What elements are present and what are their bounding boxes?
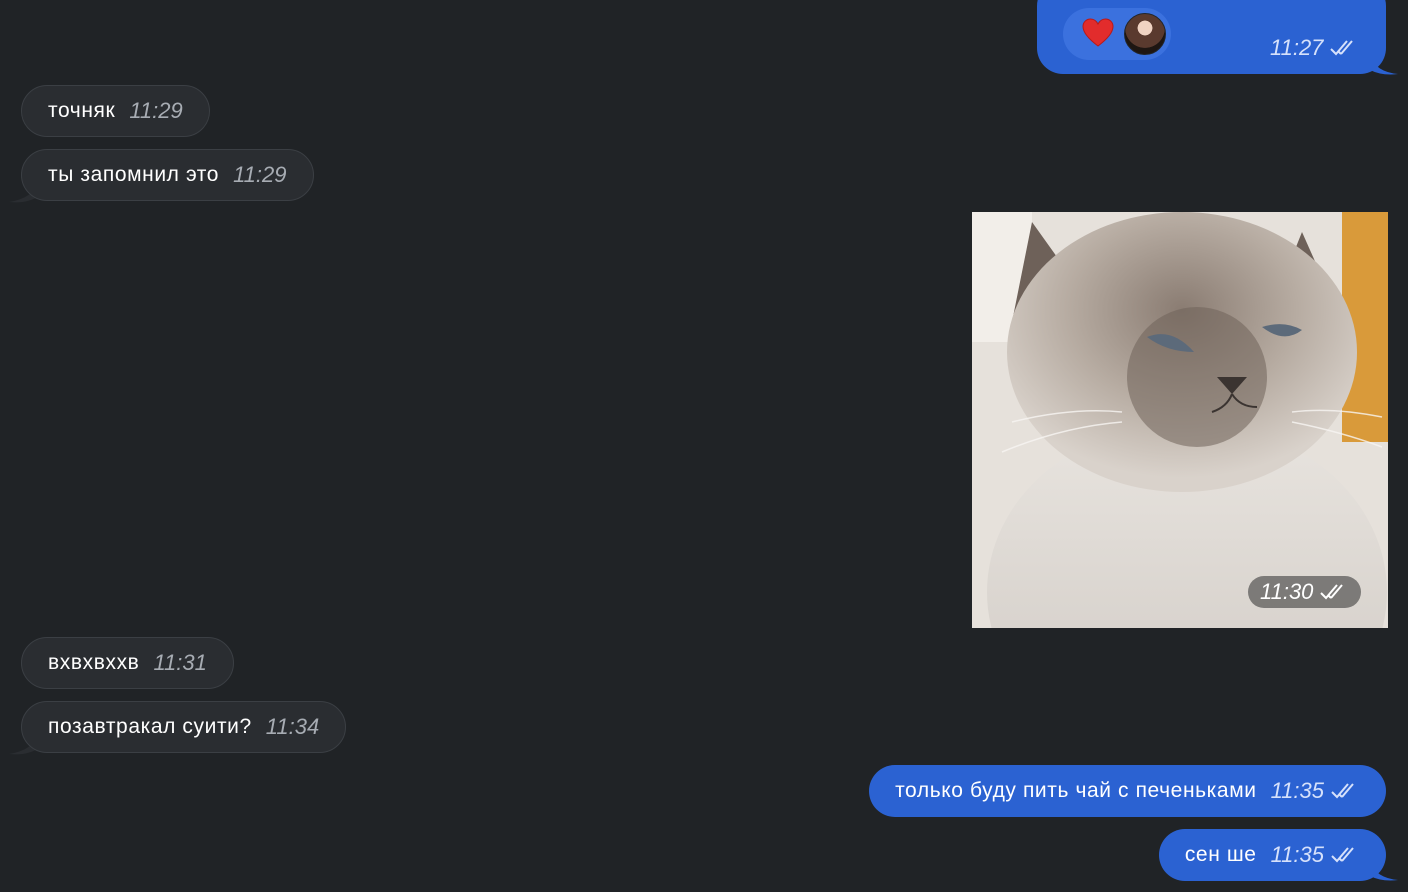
incoming-message-bubble[interactable]: точняк 11:29 bbox=[21, 85, 210, 137]
message-time: 11:29 bbox=[233, 162, 287, 187]
incoming-message-bubble[interactable]: вхвхвххв 11:31 bbox=[21, 637, 234, 689]
message-text: вхвхвххв bbox=[48, 651, 140, 674]
incoming-message-bubble[interactable]: ты запомнил это 11:29 bbox=[21, 149, 314, 201]
message-text: сен ше bbox=[1184, 843, 1257, 866]
message-time: 11:27 bbox=[1270, 35, 1359, 61]
message-text: точняк bbox=[48, 99, 116, 122]
photo-time: 11:30 bbox=[1248, 576, 1362, 608]
message-text: только буду пить чай с печеньками bbox=[895, 779, 1257, 802]
message-text: ты запомнил это bbox=[48, 163, 220, 186]
reaction-avatar bbox=[1124, 13, 1166, 55]
message-time: 11:35 bbox=[1270, 842, 1324, 867]
double-check-icon bbox=[1331, 783, 1354, 799]
message-time: 11:29 bbox=[129, 98, 183, 123]
message-time: 11:34 bbox=[265, 714, 320, 739]
outgoing-message-bubble[interactable]: сен ше 11:35 bbox=[1158, 829, 1386, 881]
double-check-icon bbox=[1320, 584, 1344, 600]
heart-icon bbox=[1082, 18, 1114, 47]
chat-area: 11:27 точняк 11:29 ты запомнил это 11:29 bbox=[0, 0, 1408, 892]
outgoing-message-bubble[interactable]: только буду пить чай с печеньками 11:35 bbox=[869, 765, 1386, 817]
bubble-tail bbox=[1370, 56, 1398, 75]
message-time: 11:35 bbox=[1270, 778, 1324, 803]
double-check-icon bbox=[1331, 847, 1354, 863]
message-text: позавтракал суити? bbox=[48, 715, 252, 738]
cat-photo[interactable] bbox=[972, 212, 1388, 628]
double-check-icon bbox=[1330, 40, 1354, 56]
message-time: 11:31 bbox=[153, 650, 207, 675]
cat-image bbox=[972, 212, 1388, 628]
incoming-message-bubble[interactable]: позавтракал суити? 11:34 bbox=[21, 701, 347, 753]
